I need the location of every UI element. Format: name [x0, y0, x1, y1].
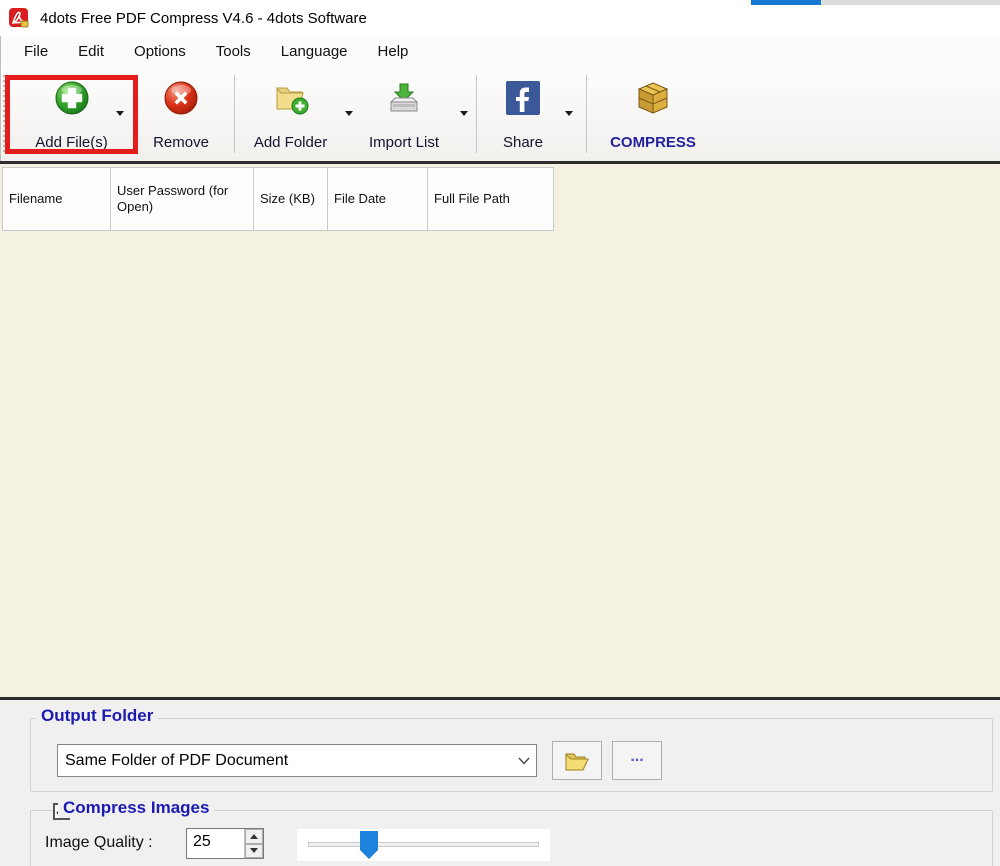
column-header-filename[interactable]: Filename	[3, 168, 111, 230]
menu-edit[interactable]: Edit	[63, 36, 119, 67]
spinner-buttons	[244, 829, 263, 858]
output-folder-group-label: Output Folder	[36, 706, 158, 726]
toolbar-separator	[476, 75, 477, 153]
add-files-label: Add File(s)	[35, 134, 108, 152]
menu-file[interactable]: File	[9, 36, 63, 67]
import-list-button[interactable]: Import List	[358, 80, 450, 152]
image-quality-slider[interactable]	[297, 829, 550, 861]
import-tray-icon	[386, 80, 422, 116]
add-files-dropdown-icon[interactable]	[116, 111, 124, 116]
menu-tools[interactable]: Tools	[201, 36, 266, 67]
share-label: Share	[503, 134, 543, 152]
open-folder-button[interactable]	[552, 741, 602, 780]
toolbar-separator	[586, 75, 587, 153]
toolbar-separator	[234, 75, 235, 153]
browse-button-label: ...	[630, 752, 643, 762]
arrow-down-icon	[250, 848, 258, 853]
spinner-down-button[interactable]	[245, 844, 263, 859]
menu-bar: File Edit Options Tools Language Help	[0, 36, 1000, 67]
toolbar-gripper[interactable]	[3, 75, 6, 153]
settings-panel: Output Folder Same Folder of PDF Documen…	[0, 700, 1000, 866]
add-folder-label: Add Folder	[254, 134, 327, 152]
file-list-header: Filename User Password (for Open) Size (…	[2, 167, 554, 231]
share-dropdown-icon[interactable]	[565, 111, 573, 116]
arrow-up-icon	[250, 834, 258, 839]
image-quality-value[interactable]: 25	[187, 829, 244, 858]
column-header-file-date[interactable]: File Date	[328, 168, 428, 230]
menu-options[interactable]: Options	[119, 36, 201, 67]
share-button[interactable]: Share	[491, 80, 555, 152]
add-folder-dropdown-icon[interactable]	[345, 111, 353, 116]
open-folder-icon	[564, 749, 590, 773]
compress-images-group-label: Compress Images	[58, 798, 214, 818]
column-header-full-path[interactable]: Full File Path	[428, 168, 554, 230]
background-tab-strip-blue	[751, 0, 821, 5]
package-cube-icon	[635, 80, 671, 116]
file-list-area[interactable]: Filename User Password (for Open) Size (…	[0, 164, 1000, 697]
slider-track[interactable]	[308, 842, 539, 847]
image-quality-label: Image Quality :	[45, 834, 153, 852]
add-folder-button[interactable]: Add Folder	[243, 80, 338, 152]
facebook-icon	[505, 80, 541, 116]
remove-circle-icon	[163, 80, 199, 116]
menu-help[interactable]: Help	[363, 36, 424, 67]
import-list-label: Import List	[369, 134, 439, 152]
import-list-dropdown-icon[interactable]	[460, 111, 468, 116]
add-files-button[interactable]: Add File(s)	[19, 80, 124, 152]
title-bar: 4dots Free PDF Compress V4.6 - 4dots Sof…	[0, 0, 751, 36]
slider-thumb[interactable]	[360, 831, 378, 859]
menu-language[interactable]: Language	[266, 36, 363, 67]
add-circle-icon	[54, 80, 90, 116]
toolbar: Add File(s) Remove A	[0, 67, 1000, 161]
chevron-down-icon	[512, 745, 536, 776]
compress-button[interactable]: COMPRESS	[601, 80, 705, 152]
pdf-logo-icon	[8, 7, 30, 29]
folder-add-icon	[273, 80, 309, 116]
background-tab-strip-gray	[821, 0, 1000, 5]
spinner-up-button[interactable]	[245, 829, 263, 844]
remove-button[interactable]: Remove	[144, 80, 218, 152]
output-folder-combobox-value: Same Folder of PDF Document	[58, 752, 512, 770]
remove-label: Remove	[153, 134, 209, 152]
browse-button[interactable]: ...	[612, 741, 662, 780]
output-folder-combobox[interactable]: Same Folder of PDF Document	[57, 744, 537, 777]
column-header-user-password[interactable]: User Password (for Open)	[111, 168, 254, 230]
app-window: 4dots Free PDF Compress V4.6 - 4dots Sof…	[0, 0, 1000, 866]
column-header-size[interactable]: Size (KB)	[254, 168, 328, 230]
compress-label: COMPRESS	[610, 134, 696, 152]
image-quality-spinner[interactable]: 25	[186, 828, 264, 859]
window-title: 4dots Free PDF Compress V4.6 - 4dots Sof…	[40, 10, 367, 27]
